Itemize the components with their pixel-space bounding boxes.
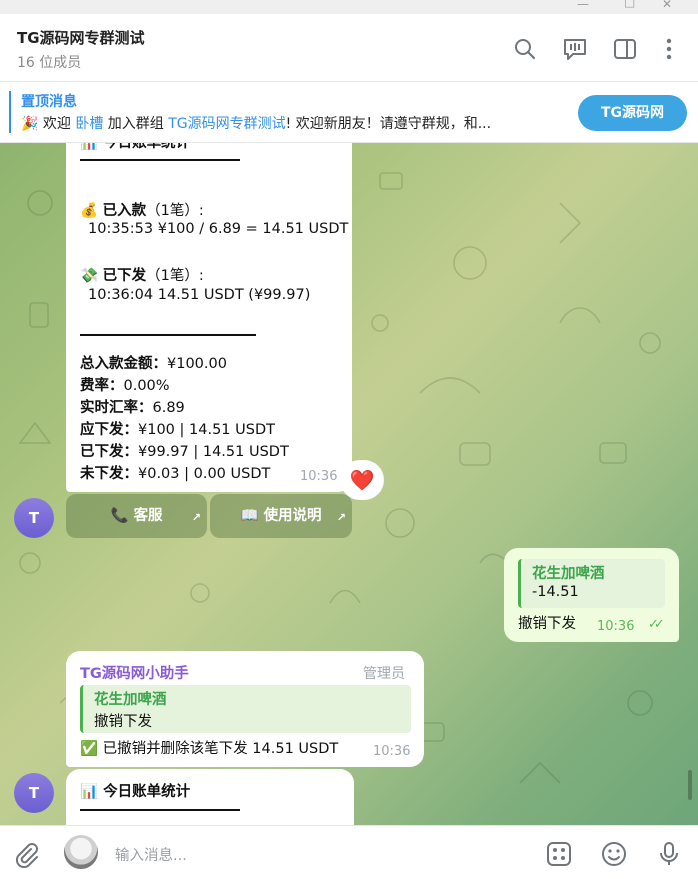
member-count: 16 位成员 [17, 55, 82, 71]
minimize-icon[interactable]: — [577, 0, 589, 11]
divider [80, 334, 256, 336]
maximize-icon[interactable]: □ [624, 0, 635, 9]
attach-icon[interactable] [12, 840, 40, 868]
user-manual-button[interactable]: 📖 使用说明 ↗ [210, 494, 352, 538]
payout-header: 💸 已下发（1笔）: [80, 268, 204, 284]
chat-title: TG源码网专群测试 [17, 29, 145, 47]
close-icon[interactable]: ✕ [662, 0, 672, 11]
emoji-icon[interactable] [600, 840, 628, 868]
bot-commands-icon[interactable] [545, 840, 573, 868]
pinned-group-link[interactable]: TG源码网专群测试 [168, 116, 285, 132]
pinned-title: 置顶消息 [21, 94, 77, 110]
chart-emoji: 📊 [80, 784, 99, 800]
reply-quote[interactable]: 花生加啤酒 -14.51 [518, 559, 665, 608]
message-text: ✅ 已撤销并删除该笔下发 14.51 USDT [80, 741, 339, 757]
read-checkmarks-icon: ✓✓ [648, 617, 665, 632]
deposit-header: 💰 已入款（1笔）: [80, 203, 204, 219]
search-icon[interactable] [512, 36, 538, 62]
payout-entry: 10:36:04 14.51 USDT (¥99.97) [88, 287, 311, 303]
paid-row: 已下发：¥99.97 | 14.51 USDT [80, 444, 289, 460]
livestream-icon[interactable] [562, 36, 588, 62]
message-time: 10:36 [597, 619, 635, 634]
reply-text: -14.51 [532, 584, 579, 600]
heart-reaction[interactable]: ❤️ [340, 460, 384, 500]
bot-avatar[interactable]: T [14, 498, 54, 538]
divider [80, 159, 240, 161]
due-payout-row: 应下发：¥100 | 14.51 USDT [80, 422, 275, 438]
message-text: 撤销下发 [518, 616, 576, 632]
window-titlebar: — □ ✕ [0, 0, 698, 14]
reply-sender: 花生加啤酒 [94, 692, 167, 708]
bot-avatar[interactable]: T [14, 773, 54, 813]
message-composer[interactable]: 输入消息... [0, 825, 698, 879]
pinned-message-bar[interactable]: 置顶消息 🎉 欢迎 卧槽 加入群组 TG源码网专群测试! 欢迎新朋友！请遵守群规… [0, 83, 698, 143]
bill-title: 📊 今日账单统计 [80, 784, 191, 800]
fee-rate-row: 费率：0.00% [80, 378, 170, 394]
pinned-action-button[interactable]: TG源码网 [578, 95, 687, 131]
reply-quote[interactable]: 花生加啤酒 撤销下发 [80, 685, 411, 733]
check-emoji: ✅ [80, 741, 99, 757]
chat-header[interactable]: TG源码网专群测试 16 位成员 [0, 14, 698, 82]
deposit-entry: 10:35:53 ¥100 / 6.89 = 14.51 USDT [88, 221, 349, 237]
outgoing-message-bubble[interactable]: 花生加啤酒 -14.51 撤销下发 10:36 ✓✓ [504, 548, 679, 642]
chat-area[interactable]: 📊 今日账单统计 💰 已入款（1笔）: 10:35:53 ¥100 / 6.89… [0, 143, 698, 825]
external-link-icon: ↗ [191, 511, 201, 524]
pinned-text: 🎉 欢迎 卧槽 加入群组 TG源码网专群测试! 欢迎新朋友！请遵守群规，和... [21, 116, 492, 132]
book-emoji: 📖 [240, 508, 259, 524]
scrollbar[interactable] [688, 770, 692, 800]
exchange-rate-row: 实时汇率：6.89 [80, 400, 185, 416]
bill-message-bubble[interactable]: 📊 今日账单统计 [66, 769, 354, 825]
external-link-icon: ↗ [336, 511, 346, 524]
customer-service-button[interactable]: 📞 客服 ↗ [66, 494, 207, 538]
sidebar-toggle-icon[interactable] [612, 36, 638, 62]
admin-badge: 管理员 [363, 666, 405, 682]
user-avatar[interactable] [64, 835, 98, 869]
total-deposit-row: 总入款金额：¥100.00 [80, 356, 227, 372]
message-time: 10:36 [300, 469, 338, 484]
bill-message-bubble[interactable]: 📊 今日账单统计 💰 已入款（1笔）: 10:35:53 ¥100 / 6.89… [66, 143, 352, 492]
unpaid-row: 未下发：¥0.03 | 0.00 USDT [80, 466, 271, 482]
bill-title: 📊 今日账单统计 [80, 143, 190, 152]
more-menu-icon[interactable] [656, 36, 682, 62]
message-input[interactable]: 输入消息... [115, 844, 187, 865]
bot-reply-bubble[interactable]: TG源码网小助手 管理员 花生加啤酒 撤销下发 ✅ 已撤销并删除该笔下发 14.… [66, 651, 424, 767]
reply-text: 撤销下发 [94, 714, 152, 730]
phone-emoji: 📞 [110, 508, 129, 524]
sender-name[interactable]: TG源码网小助手 [80, 662, 189, 683]
divider [80, 809, 240, 811]
chart-emoji: 📊 [80, 143, 99, 151]
reply-sender: 花生加啤酒 [532, 566, 605, 582]
message-time: 10:36 [373, 744, 411, 759]
microphone-icon[interactable] [655, 840, 683, 868]
party-emoji: 🎉 [21, 116, 39, 132]
pinned-indicator [9, 91, 11, 133]
pinned-user-mention[interactable]: 卧槽 [75, 116, 103, 132]
